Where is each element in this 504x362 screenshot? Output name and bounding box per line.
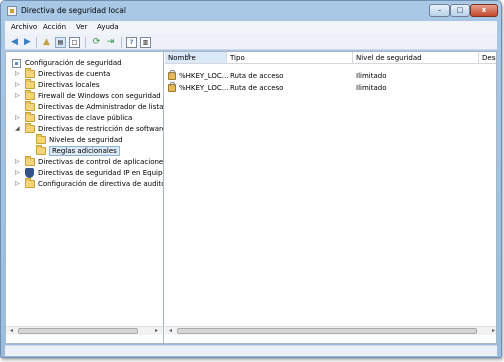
tree-item-label: Directivas de cuenta	[38, 70, 111, 78]
up-folder-icon[interactable]: ▲	[41, 37, 52, 48]
ip-security-icon	[25, 168, 34, 178]
expand-icon[interactable]: ▷	[15, 180, 21, 187]
menu-ver[interactable]: Ver	[76, 23, 87, 31]
scroll-right-icon[interactable]: ▸	[489, 327, 496, 335]
main-window: Directiva de seguridad local – □ x Archi…	[0, 0, 502, 358]
expand-icon[interactable]: ▷	[15, 81, 21, 88]
scroll-left-icon[interactable]: ◂	[166, 327, 175, 335]
toolbar-separator	[85, 37, 86, 48]
collapse-icon[interactable]: ◢	[15, 125, 21, 132]
column-header-nivel[interactable]: Nivel de seguridad	[353, 52, 479, 64]
cell-nivel: Ilimitado	[356, 84, 387, 92]
expand-icon[interactable]: ▷	[15, 92, 21, 99]
tree-item-label: Directivas de Administrador de listas d	[38, 103, 164, 111]
column-header-label: Nombre	[168, 54, 196, 62]
menu-accion[interactable]: Acción	[43, 23, 66, 31]
client-area: Configuración de seguridad ▷ Directivas …	[5, 51, 497, 344]
folder-icon	[25, 79, 35, 89]
column-header-descripcion[interactable]: Desc	[479, 52, 496, 64]
refresh-icon[interactable]: ⟳	[91, 37, 102, 48]
tree-item-label: Directivas de clave pública	[38, 114, 133, 122]
show-tree-icon[interactable]: ▤	[55, 37, 66, 48]
column-header-nombre[interactable]: Nombre ▲	[165, 52, 227, 64]
expand-icon[interactable]: ▷	[15, 158, 21, 165]
tree-item-control-aplicaciones[interactable]: ▷ Directivas de control de aplicaciones	[6, 156, 164, 168]
column-header-tipo[interactable]: Tipo	[227, 52, 353, 64]
rules-list: Nombre ▲ Tipo Nivel de seguridad Desc %H…	[165, 52, 496, 343]
folder-icon	[25, 156, 35, 166]
expand-icon[interactable]: ▷	[15, 114, 21, 121]
security-config-icon	[12, 59, 21, 68]
tree-item-niveles-seguridad[interactable]: Niveles de seguridad	[6, 134, 163, 146]
tree-item-label: Reglas adicionales	[49, 146, 120, 156]
scroll-right-icon[interactable]: ▸	[152, 327, 161, 335]
forward-arrow-icon[interactable]: ▶	[22, 37, 33, 48]
expand-icon[interactable]: ▷	[15, 169, 21, 176]
table-row[interactable]: %HKEY_LOC... Ruta de acceso Ilimitado	[165, 70, 496, 82]
maximize-button[interactable]: □	[450, 4, 470, 17]
tree-item-label: Configuración de directiva de auditor	[38, 180, 164, 188]
toolbar: ◀ ▶ ▲ ▤ □ ⟳ ⇥ ? ▥	[5, 34, 497, 50]
properties-icon[interactable]: ▥	[140, 37, 151, 48]
tree-item-label: Directivas de restricción de software	[38, 125, 164, 133]
help-icon[interactable]: ?	[126, 37, 137, 48]
table-row[interactable]: %HKEY_LOC... Ruta de acceso Ilimitado	[165, 82, 496, 94]
folder-icon	[25, 112, 35, 122]
cell-nombre: %HKEY_LOC...	[179, 72, 229, 80]
folder-icon	[25, 123, 35, 133]
cell-nombre: %HKEY_LOC...	[179, 84, 229, 92]
scroll-left-icon[interactable]: ◂	[7, 327, 16, 335]
sort-ascending-icon: ▲	[187, 52, 191, 58]
close-button[interactable]: x	[470, 4, 498, 17]
folder-icon	[36, 134, 46, 144]
toolbar-separator	[36, 37, 37, 48]
minimize-button[interactable]: –	[429, 4, 450, 17]
tree-item-label: Niveles de seguridad	[49, 136, 123, 144]
folder-icon	[25, 68, 35, 78]
tree-item-label: Firewall de Windows con seguridad av	[38, 92, 164, 100]
tree-item-label: Directivas locales	[38, 81, 100, 89]
folder-icon	[36, 145, 46, 155]
cell-tipo: Ruta de acceso	[230, 72, 284, 80]
back-arrow-icon[interactable]: ◀	[9, 37, 20, 48]
folder-icon	[25, 101, 35, 111]
folder-icon	[25, 178, 35, 188]
status-bar	[5, 345, 497, 356]
console-tree: Configuración de seguridad ▷ Directivas …	[6, 52, 164, 343]
cell-nivel: Ilimitado	[356, 72, 387, 80]
tree-item-directiva-auditoria[interactable]: ▷ Configuración de directiva de auditor	[6, 178, 164, 190]
export-icon[interactable]: □	[69, 37, 80, 48]
path-rule-icon	[168, 70, 176, 80]
window-title: Directiva de seguridad local	[21, 6, 126, 15]
path-rule-icon	[168, 82, 176, 92]
toolbar-separator	[121, 37, 122, 48]
tree-item-label: Directivas de seguridad IP en Equipo l	[38, 169, 164, 177]
tree-item-restriccion-software[interactable]: ◢ Directivas de restricción de software	[6, 123, 164, 135]
app-icon	[7, 6, 17, 16]
tree-horizontal-scrollbar[interactable]: ◂ ▸	[6, 326, 163, 335]
menu-archivo[interactable]: Archivo	[11, 23, 37, 31]
scroll-thumb[interactable]	[18, 328, 138, 334]
scroll-thumb[interactable]	[177, 328, 477, 334]
tree-item-label: Directivas de control de aplicaciones	[38, 158, 164, 166]
folder-icon	[25, 90, 35, 100]
menu-bar: Archivo Acción Ver Ayuda	[5, 21, 497, 34]
tree-item-label: Configuración de seguridad	[25, 59, 122, 67]
menu-ayuda[interactable]: Ayuda	[97, 23, 119, 31]
cell-tipo: Ruta de acceso	[230, 84, 284, 92]
title-bar[interactable]: Directiva de seguridad local – □ x	[1, 1, 501, 21]
list-horizontal-scrollbar[interactable]: ◂ ▸	[165, 326, 496, 335]
expand-icon[interactable]: ▷	[15, 70, 21, 77]
export-list-icon[interactable]: ⇥	[105, 37, 116, 48]
